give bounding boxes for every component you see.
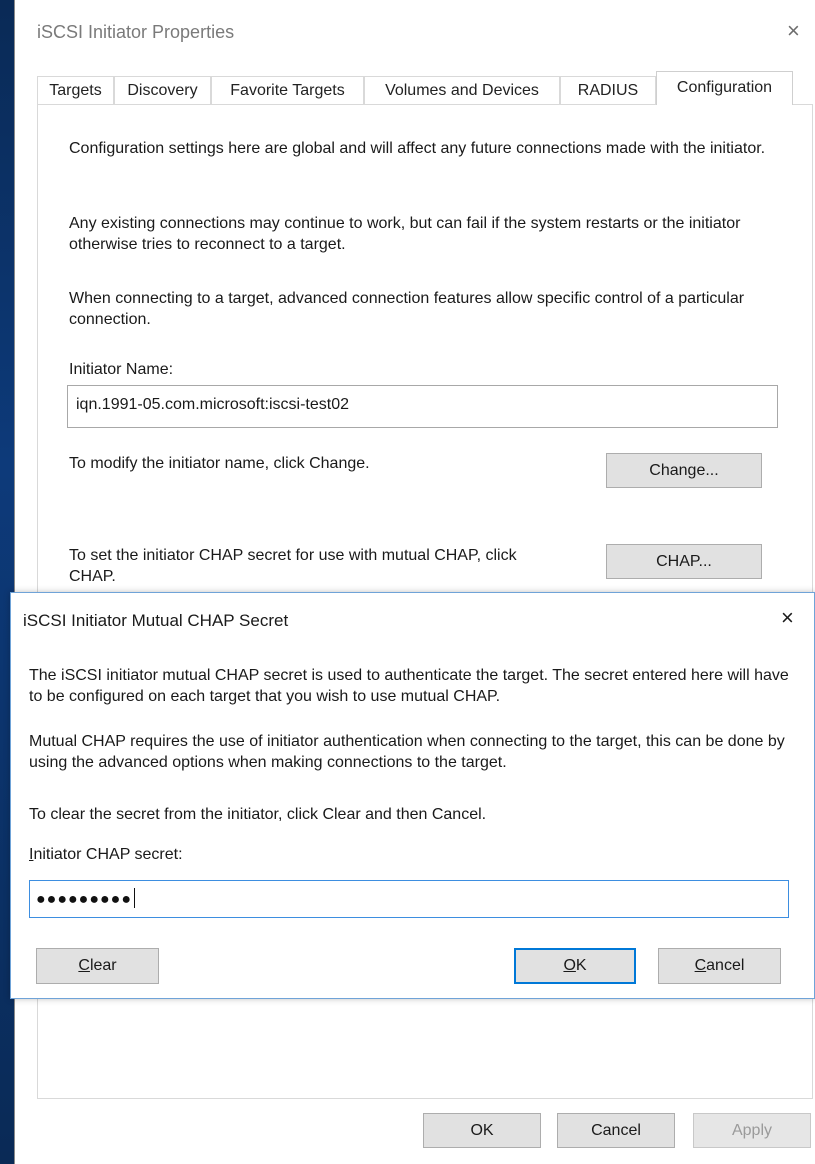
close-icon[interactable]: ×: [787, 18, 800, 44]
clear-button[interactable]: Clear: [36, 948, 159, 984]
change-button[interactable]: Change...: [606, 453, 762, 488]
ok-label: K: [575, 957, 587, 974]
initiator-name-field[interactable]: iqn.1991-05.com.microsoft:iscsi-test02: [67, 385, 778, 428]
tab-configuration[interactable]: Configuration: [656, 71, 793, 105]
secret-label-text: nitiator CHAP secret:: [33, 846, 183, 863]
chap-instruction-text: To set the initiator CHAP secret for use…: [69, 547, 517, 585]
tab-favorite-targets[interactable]: Favorite Targets: [211, 76, 364, 104]
clear-instruction-text: To clear the secret from the initiator, …: [29, 806, 487, 823]
modal-close-icon[interactable]: ×: [781, 605, 794, 631]
secret-field-label: Initiator CHAP secret:: [29, 846, 183, 864]
clear-label: lear: [89, 957, 117, 974]
cancel-label: ancel: [706, 957, 745, 974]
mutual-chap-secret-dialog: iSCSI Initiator Mutual CHAP Secret × The…: [10, 592, 815, 999]
cancel-mnemonic: C: [694, 957, 707, 974]
text-caret: [133, 888, 135, 908]
cancel-button[interactable]: Cancel: [557, 1113, 675, 1148]
modal-cancel-button[interactable]: Cancel: [658, 948, 781, 984]
config-description-3: When connecting to a target, advanced co…: [69, 290, 745, 328]
initiator-name-label: Initiator Name:: [69, 361, 174, 378]
config-description-2: Any existing connections may continue to…: [69, 215, 741, 253]
secret-mask: ●●●●●●●●●: [36, 891, 132, 908]
dialog-title: iSCSI Initiator Properties: [37, 22, 235, 42]
tab-targets[interactable]: Targets: [37, 76, 114, 104]
chap-secret-input[interactable]: ●●●●●●●●●: [29, 880, 789, 918]
apply-button[interactable]: Apply: [693, 1113, 811, 1148]
modal-ok-button[interactable]: OK: [514, 948, 636, 984]
tab-discovery[interactable]: Discovery: [114, 76, 211, 104]
tab-volumes-and-devices[interactable]: Volumes and Devices: [364, 76, 560, 104]
ok-mnemonic: O: [563, 957, 576, 974]
config-description-1: Configuration settings here are global a…: [69, 140, 766, 157]
clear-mnemonic: C: [78, 957, 90, 974]
chap-button[interactable]: CHAP...: [606, 544, 762, 579]
chap-description-1: The iSCSI initiator mutual CHAP secret i…: [29, 667, 789, 705]
ok-button[interactable]: OK: [423, 1113, 541, 1148]
modal-title: iSCSI Initiator Mutual CHAP Secret: [23, 611, 289, 630]
change-instruction-text: To modify the initiator name, click Chan…: [69, 455, 370, 472]
chap-description-2: Mutual CHAP requires the use of initiato…: [29, 733, 785, 771]
tab-radius[interactable]: RADIUS: [560, 76, 656, 104]
